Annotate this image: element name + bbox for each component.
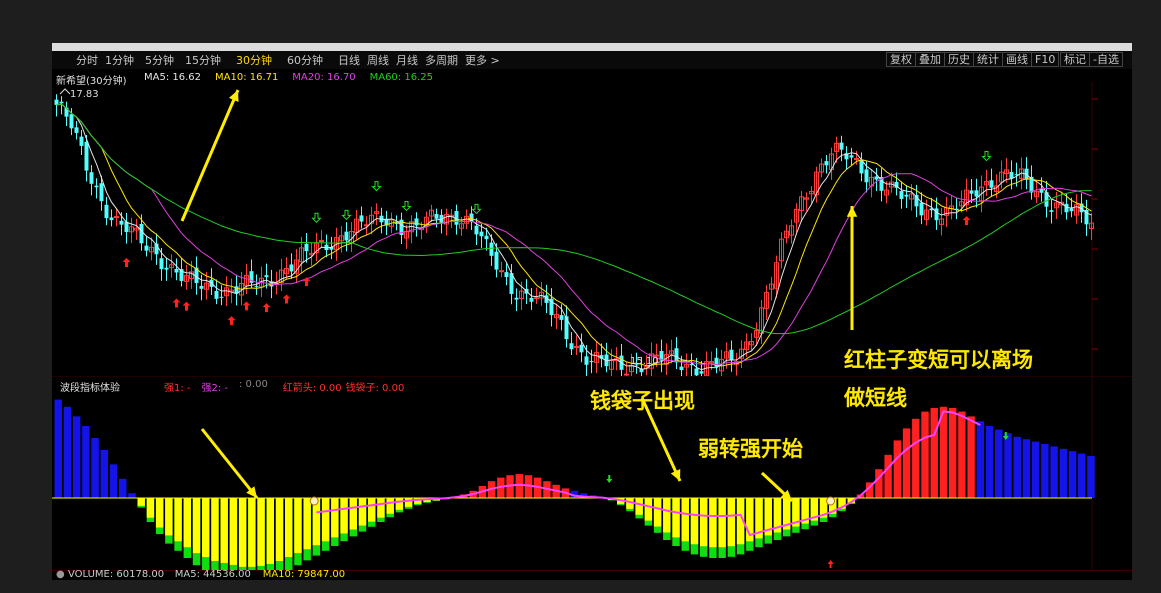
chart-window: 分时 1分钟 5分钟 15分钟 30分钟 60分钟 日线 周线 月线 多周期 更多 > 复权 叠加 历史统…	[52, 43, 1132, 580]
annotation-arrowhead-icon	[846, 206, 858, 217]
annotation-arrow-shaft	[640, 397, 682, 482]
annotation-arrow-shaft	[180, 89, 240, 222]
annotation-arrows	[180, 89, 858, 503]
annotation-arrow-shaft	[200, 428, 259, 499]
